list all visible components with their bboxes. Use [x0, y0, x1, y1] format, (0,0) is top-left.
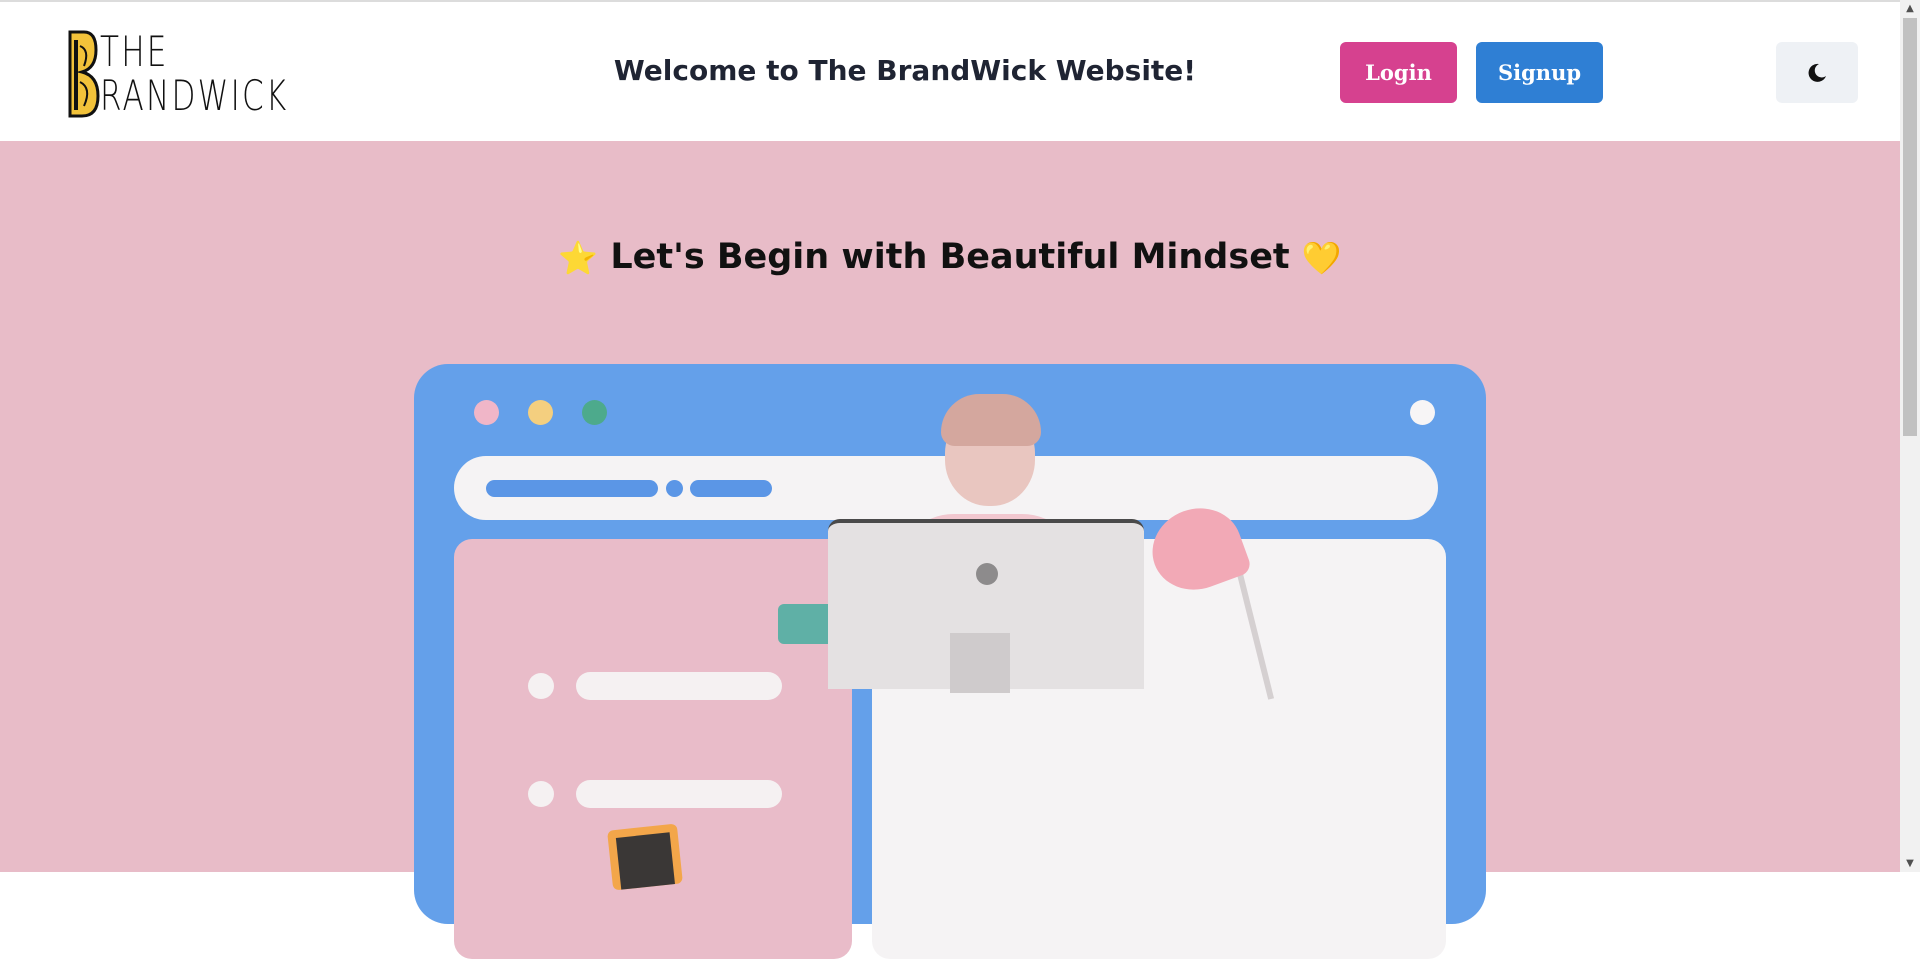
logo-b-mark — [68, 30, 100, 118]
login-button[interactable]: Login — [1340, 42, 1457, 103]
monitor-stand — [950, 633, 1010, 693]
hero-title-text: Let's Begin with Beautiful Mindset — [610, 237, 1290, 277]
star-icon: ⭐ — [558, 239, 599, 277]
window-dot-yellow — [528, 400, 553, 425]
window-dot-white — [1410, 400, 1435, 425]
window-dot-green — [582, 400, 607, 425]
scroll-up-arrow-icon[interactable]: ▲ — [1900, 0, 1920, 17]
hero-title: ⭐ Let's Begin with Beautiful Mindset 💛 — [0, 237, 1900, 277]
url-pill — [486, 480, 658, 497]
list-bar — [576, 672, 782, 700]
theme-toggle-button[interactable] — [1776, 42, 1858, 103]
logo-wordmark: THE RANDWICK — [100, 30, 289, 118]
signup-button[interactable]: Signup — [1476, 42, 1603, 103]
hero-illustration — [414, 364, 1486, 959]
url-pill-short — [690, 480, 772, 497]
logo-line-2: RANDWICK — [100, 71, 289, 120]
monitor-camera — [976, 563, 998, 585]
window-dot-pink — [474, 400, 499, 425]
list-bar — [576, 780, 782, 808]
moon-icon — [1808, 63, 1826, 82]
welcome-heading: Welcome to The BrandWick Website! — [613, 54, 1197, 87]
logo-line-1: THE — [100, 27, 169, 76]
illustration-left-panel — [454, 539, 852, 959]
scrollbar-thumb[interactable] — [1903, 18, 1917, 436]
hero-section: ⭐ Let's Begin with Beautiful Mindset 💛 — [0, 141, 1900, 959]
person-hair — [941, 394, 1041, 446]
yellow-heart-icon: 💛 — [1301, 239, 1342, 277]
page-scrollbar[interactable]: ▲ ▼ — [1900, 0, 1920, 872]
url-dot — [666, 480, 683, 497]
list-dot — [528, 781, 554, 807]
brandwick-logo[interactable]: THE RANDWICK — [66, 26, 286, 122]
scroll-down-arrow-icon[interactable]: ▼ — [1900, 855, 1920, 872]
photo-frame — [607, 823, 683, 891]
monitor — [828, 519, 1144, 693]
list-dot — [528, 673, 554, 699]
site-header: THE RANDWICK Welcome to The BrandWick We… — [0, 2, 1900, 141]
